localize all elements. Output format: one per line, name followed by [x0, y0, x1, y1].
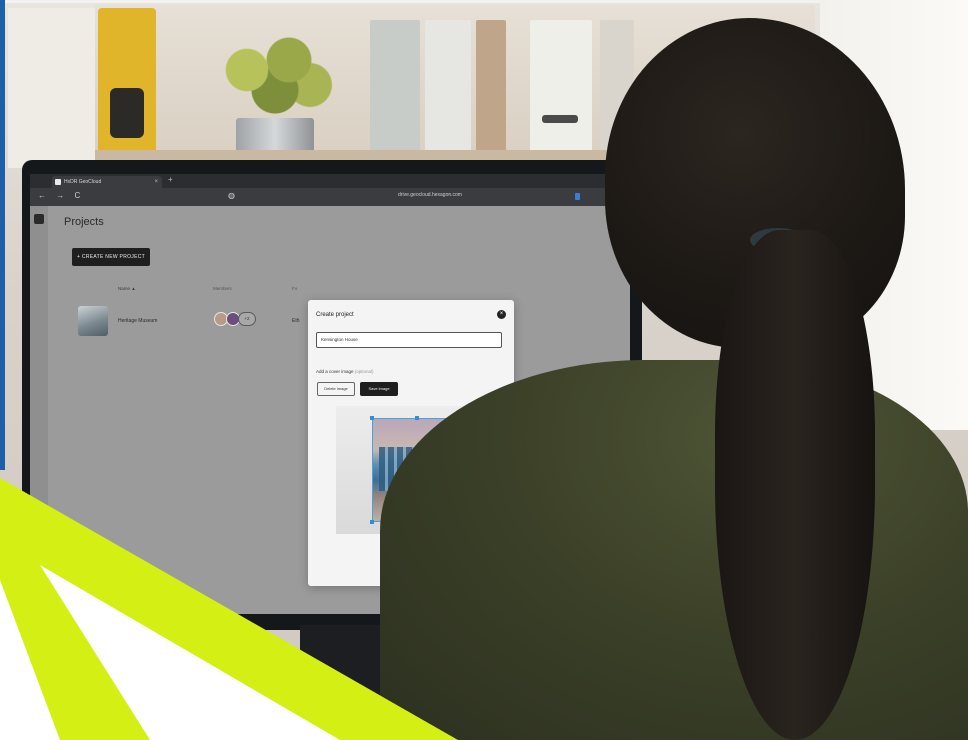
- project-thumbnail[interactable]: [78, 306, 108, 336]
- close-icon[interactable]: ×: [154, 176, 158, 188]
- cover-image-label: Add a cover image (optional): [316, 369, 374, 374]
- project-name[interactable]: Heritage Museum: [118, 318, 157, 324]
- monitor-stand: [300, 625, 380, 705]
- cover-label-text: Add a cover image: [316, 369, 354, 374]
- delete-image-button[interactable]: Delete image: [317, 382, 355, 396]
- project-extra: Eth: [292, 318, 300, 324]
- crop-handle[interactable]: [370, 416, 374, 420]
- potted-plant: [205, 30, 345, 130]
- optional-hint: (optional): [354, 369, 374, 374]
- woman-from-behind: [380, 0, 968, 740]
- column-header-members: Members: [213, 286, 232, 291]
- side-rail: [30, 206, 48, 614]
- home-icon[interactable]: [34, 214, 44, 224]
- blue-edge: [0, 0, 5, 470]
- yellow-level-tool: [98, 8, 156, 158]
- create-project-button[interactable]: + CREATE NEW PROJECT: [72, 248, 150, 266]
- olive-shirt: [380, 360, 968, 740]
- column-header-extra: Fo: [292, 286, 298, 291]
- new-tab-icon[interactable]: +: [168, 175, 173, 184]
- shield-icon: ◍: [228, 191, 235, 200]
- ponytail: [715, 230, 875, 740]
- tab-title: HxDR GeoCloud: [64, 179, 102, 185]
- column-header-name[interactable]: Name ▲: [118, 286, 136, 291]
- crop-handle[interactable]: [370, 520, 374, 524]
- browser-tab[interactable]: HxDR GeoCloud ×: [52, 176, 162, 188]
- more-members-badge: +2: [238, 312, 256, 326]
- dialog-title: Create project: [316, 312, 354, 318]
- tool-grip: [110, 88, 144, 138]
- app-logo-icon: [55, 179, 61, 185]
- page-title: Projects: [64, 216, 104, 228]
- nav-buttons[interactable]: ← → C: [38, 191, 84, 200]
- photo-scene: HxDR GeoCloud × + ← → C ◍ drive.geocloud…: [0, 0, 968, 740]
- wall-panel: [8, 8, 98, 168]
